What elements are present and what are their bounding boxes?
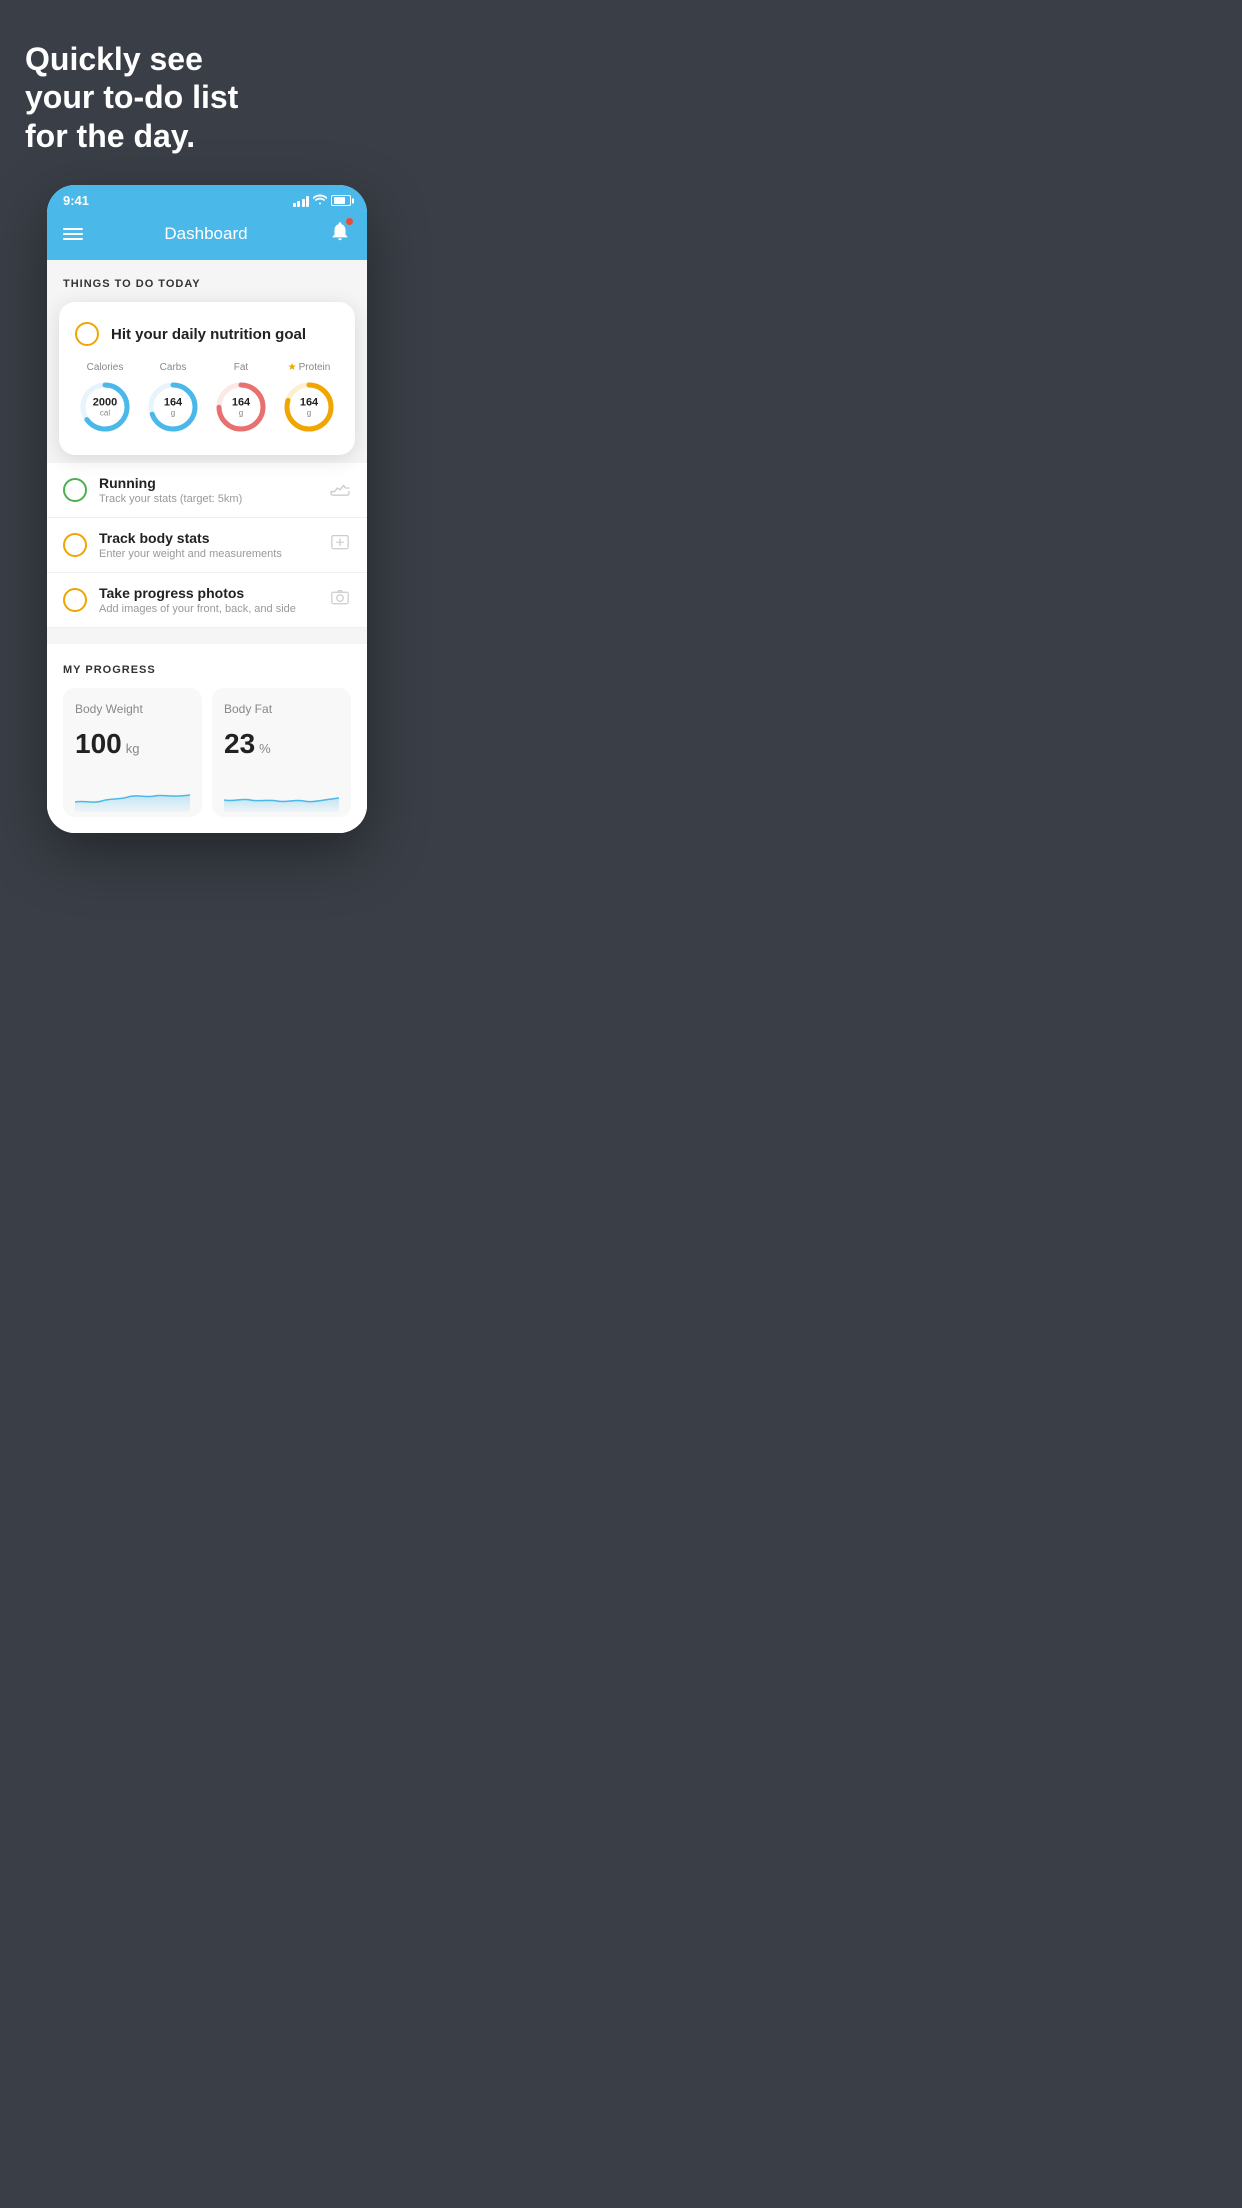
nutrition-calories: Calories 2000 cal [77, 362, 133, 435]
section-header: THINGS TO DO TODAY [47, 260, 367, 302]
todo-list: Running Track your stats (target: 5km) [47, 463, 367, 628]
signal-icon [293, 195, 310, 207]
nav-bar: Dashboard [47, 212, 367, 260]
body-stats-checkbox[interactable] [63, 533, 87, 557]
body-stats-subtitle: Enter your weight and measurements [99, 548, 317, 560]
status-icons [293, 194, 352, 208]
headline-line1: Quickly see [25, 41, 203, 77]
star-icon: ★ [288, 362, 297, 373]
nutrition-card: Hit your daily nutrition goal Calories [59, 302, 355, 455]
body-fat-chart [224, 772, 339, 812]
fat-unit: g [232, 409, 250, 418]
running-title: Running [99, 475, 317, 491]
body-fat-unit: % [259, 741, 271, 756]
app-content: THINGS TO DO TODAY Hit your daily nutrit… [47, 260, 367, 833]
calories-value: 2000 [93, 397, 117, 409]
body-stats-content: Track body stats Enter your weight and m… [99, 530, 317, 560]
notification-bell-icon[interactable] [329, 220, 351, 248]
nutrition-grid: Calories 2000 cal [75, 362, 339, 435]
nutrition-card-title: Hit your daily nutrition goal [111, 326, 306, 343]
notification-dot [346, 218, 353, 225]
status-bar: 9:41 [47, 185, 367, 212]
body-weight-card: Body Weight 100 kg [63, 688, 202, 817]
hamburger-menu[interactable] [63, 228, 83, 240]
carbs-donut: 164 g [145, 379, 201, 435]
scale-icon [329, 534, 351, 557]
nav-title: Dashboard [164, 224, 247, 244]
protein-donut: 164 g [281, 379, 337, 435]
headline-line2: your to-do list [25, 79, 238, 115]
progress-section: MY PROGRESS Body Weight 100 kg [47, 644, 367, 833]
fat-label: Fat [234, 362, 248, 373]
wifi-icon [313, 194, 327, 208]
protein-label: Protein [299, 362, 331, 373]
progress-cards: Body Weight 100 kg [63, 688, 351, 833]
headline-line3: for the day. [25, 118, 195, 154]
body-fat-value-row: 23 % [224, 728, 339, 760]
fat-donut: 164 g [213, 379, 269, 435]
status-time: 9:41 [63, 193, 89, 208]
background-wrapper: Quickly see your to-do list for the day.… [0, 0, 414, 863]
photos-content: Take progress photos Add images of your … [99, 585, 317, 615]
running-checkbox[interactable] [63, 478, 87, 502]
fat-value: 164 [232, 397, 250, 409]
nutrition-card-header: Hit your daily nutrition goal [75, 322, 339, 346]
photos-checkbox[interactable] [63, 588, 87, 612]
phone-mockup: 9:41 [47, 185, 367, 833]
running-shoe-icon [329, 479, 351, 502]
photos-subtitle: Add images of your front, back, and side [99, 603, 317, 615]
body-fat-label: Body Fat [224, 702, 339, 716]
body-weight-chart [75, 772, 190, 812]
body-weight-number: 100 [75, 728, 122, 760]
body-stats-title: Track body stats [99, 530, 317, 546]
headline: Quickly see your to-do list for the day. [20, 40, 394, 155]
nutrition-fat: Fat 164 g [213, 362, 269, 435]
calories-donut: 2000 cal [77, 379, 133, 435]
carbs-value: 164 [164, 397, 182, 409]
calories-unit: cal [93, 409, 117, 418]
carbs-label: Carbs [160, 362, 187, 373]
section-title: THINGS TO DO TODAY [63, 278, 201, 290]
body-fat-number: 23 [224, 728, 255, 760]
photo-icon [329, 589, 351, 612]
body-weight-label: Body Weight [75, 702, 190, 716]
progress-title: MY PROGRESS [63, 664, 351, 676]
body-weight-unit: kg [126, 741, 140, 756]
todo-item-photos[interactable]: Take progress photos Add images of your … [47, 573, 367, 628]
photos-title: Take progress photos [99, 585, 317, 601]
calories-label: Calories [87, 362, 124, 373]
carbs-unit: g [164, 409, 182, 418]
todo-item-body-stats[interactable]: Track body stats Enter your weight and m… [47, 518, 367, 573]
protein-value: 164 [300, 397, 318, 409]
running-content: Running Track your stats (target: 5km) [99, 475, 317, 505]
protein-unit: g [300, 409, 318, 418]
nutrition-protein: ★ Protein 164 g [281, 362, 337, 435]
nutrition-carbs: Carbs 164 g [145, 362, 201, 435]
battery-icon [331, 195, 351, 206]
body-fat-card: Body Fat 23 % [212, 688, 351, 817]
running-subtitle: Track your stats (target: 5km) [99, 493, 317, 505]
nutrition-checkbox[interactable] [75, 322, 99, 346]
body-weight-value-row: 100 kg [75, 728, 190, 760]
todo-item-running[interactable]: Running Track your stats (target: 5km) [47, 463, 367, 518]
protein-label-wrapper: ★ Protein [288, 362, 331, 373]
